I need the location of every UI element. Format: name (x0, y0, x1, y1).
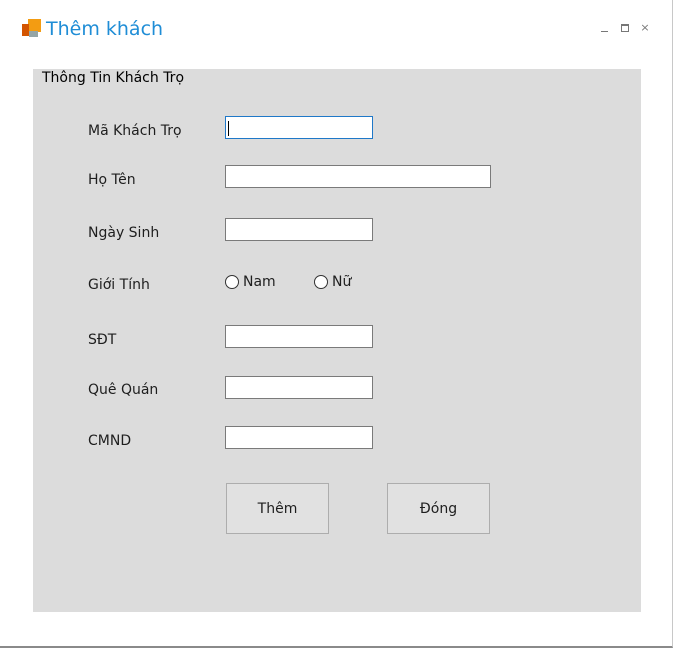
birth-date-label: Ngày Sinh (88, 225, 160, 241)
close-icon[interactable]: × (640, 22, 650, 34)
gender-female-radio[interactable]: Nữ (314, 274, 351, 290)
gender-female-label: Nữ (332, 274, 352, 290)
guest-id-input[interactable] (225, 116, 373, 139)
hometown-label: Quê Quán (88, 382, 159, 398)
gender-male-label: Nam (243, 274, 276, 290)
app-logo-icon (22, 19, 42, 39)
guest-id-label: Mã Khách Trọ (88, 123, 182, 139)
id-card-input[interactable] (225, 426, 373, 449)
radio-circle-icon (225, 275, 239, 289)
maximize-icon[interactable] (620, 22, 630, 34)
window-controls: × (600, 22, 650, 34)
add-button[interactable]: Thêm (226, 483, 329, 534)
text-caret (228, 121, 229, 136)
radio-circle-icon (314, 275, 328, 289)
gender-male-radio[interactable]: Nam (225, 274, 276, 290)
guest-info-group: Thông Tin Khách Trọ Mã Khách Trọ Họ Tên … (33, 69, 641, 612)
window-title: Thêm khách (46, 18, 164, 40)
phone-label: SĐT (88, 332, 117, 348)
id-card-label: CMND (88, 433, 132, 449)
hometown-input[interactable] (225, 376, 373, 399)
minimize-icon[interactable] (600, 22, 610, 34)
close-button[interactable]: Đóng (387, 483, 490, 534)
gender-label: Giới Tính (88, 277, 150, 293)
group-title: Thông Tin Khách Trọ (42, 70, 185, 86)
add-guest-window: Thêm khách × Thông Tin Khách Trọ Mã Khác… (0, 0, 673, 648)
birth-date-input[interactable] (225, 218, 373, 241)
full-name-input[interactable] (225, 165, 491, 188)
full-name-label: Họ Tên (88, 172, 136, 188)
phone-input[interactable] (225, 325, 373, 348)
